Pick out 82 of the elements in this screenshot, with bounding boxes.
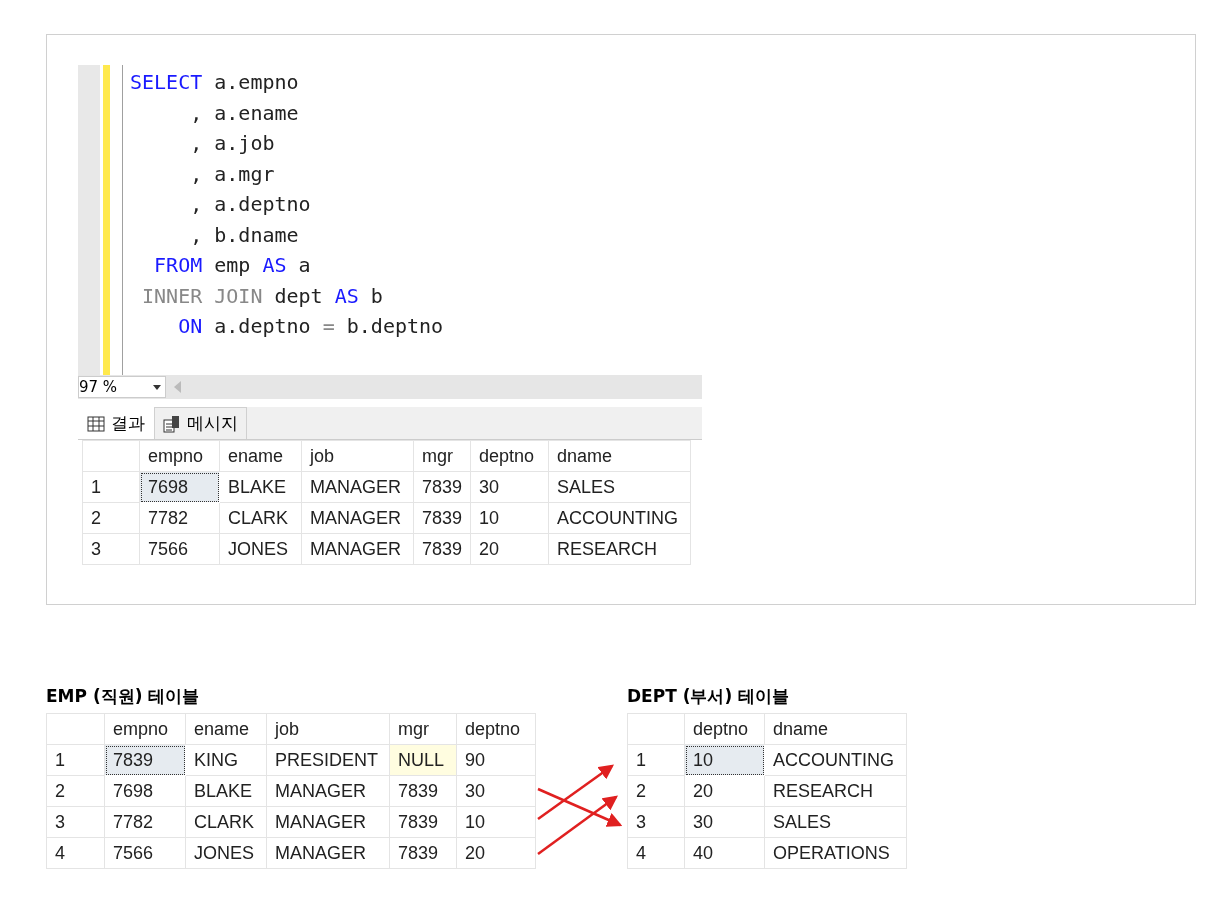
table-cell[interactable]: OPERATIONS <box>764 837 907 869</box>
row-number: 1 <box>627 744 685 776</box>
table-cell[interactable]: NULL <box>389 744 457 776</box>
table-cell[interactable]: 30 <box>684 806 765 838</box>
table-cell[interactable]: JONES <box>185 837 267 869</box>
table-cell[interactable]: RESEARCH <box>548 533 691 565</box>
row-number: 1 <box>82 471 140 503</box>
table-cell[interactable]: 90 <box>456 744 536 776</box>
table-cell[interactable]: MANAGER <box>301 502 414 534</box>
row-number: 3 <box>46 806 105 838</box>
table-cell[interactable]: MANAGER <box>301 471 414 503</box>
column-header[interactable]: ename <box>219 440 302 472</box>
table-cell[interactable]: ACCOUNTING <box>548 502 691 534</box>
table-cell[interactable]: SALES <box>548 471 691 503</box>
table-cell[interactable]: PRESIDENT <box>266 744 390 776</box>
table-cell[interactable]: KING <box>185 744 267 776</box>
row-number: 1 <box>46 744 105 776</box>
table-cell[interactable]: 7566 <box>104 837 186 869</box>
table-cell[interactable]: MANAGER <box>266 837 390 869</box>
table-cell[interactable]: 20 <box>470 533 549 565</box>
table-cell[interactable]: MANAGER <box>301 533 414 565</box>
column-header[interactable]: empno <box>104 713 186 745</box>
row-number: 3 <box>627 806 685 838</box>
column-header[interactable]: mgr <box>389 713 457 745</box>
row-number: 4 <box>627 837 685 869</box>
table-cell[interactable]: 10 <box>684 744 765 776</box>
table-cell[interactable]: RESEARCH <box>764 775 907 807</box>
table-cell[interactable]: 7839 <box>413 471 471 503</box>
corner-cell <box>627 713 685 745</box>
table-cell[interactable]: ACCOUNTING <box>764 744 907 776</box>
grid-icon <box>87 415 105 432</box>
column-header[interactable]: deptno <box>684 713 765 745</box>
table-cell[interactable]: 7698 <box>104 775 186 807</box>
table-cell[interactable]: 7698 <box>139 471 220 503</box>
column-header[interactable]: ename <box>185 713 267 745</box>
row-number: 2 <box>627 775 685 807</box>
row-number: 2 <box>82 502 140 534</box>
column-header[interactable]: dname <box>548 440 691 472</box>
row-number: 4 <box>46 837 105 869</box>
table-cell[interactable]: 7782 <box>139 502 220 534</box>
column-header[interactable]: dname <box>764 713 907 745</box>
table-cell[interactable]: 20 <box>456 837 536 869</box>
table-cell[interactable]: SALES <box>764 806 907 838</box>
table-cell[interactable]: MANAGER <box>266 775 390 807</box>
column-header[interactable]: mgr <box>413 440 471 472</box>
column-header[interactable]: deptno <box>470 440 549 472</box>
row-number: 3 <box>82 533 140 565</box>
scroll-left-icon[interactable] <box>174 381 182 393</box>
table-cell[interactable]: 30 <box>456 775 536 807</box>
column-header[interactable]: empno <box>139 440 220 472</box>
table-cell[interactable]: BLAKE <box>185 775 267 807</box>
table-cell[interactable]: 7839 <box>389 806 457 838</box>
caret-icon <box>153 384 161 390</box>
corner-cell <box>46 713 105 745</box>
result-tab[interactable]: 결과 <box>78 407 154 439</box>
table-cell[interactable]: 10 <box>470 502 549 534</box>
table-cell[interactable]: 7782 <box>104 806 186 838</box>
column-header[interactable]: deptno <box>456 713 536 745</box>
table-title: DEPT (부서) 테이블 <box>627 685 791 705</box>
table-cell[interactable]: 7839 <box>413 533 471 565</box>
table-cell[interactable]: 40 <box>684 837 765 869</box>
document-icon <box>163 414 181 433</box>
table-cell[interactable]: MANAGER <box>266 806 390 838</box>
table-cell[interactable]: 7839 <box>389 775 457 807</box>
sql-code[interactable]: SELECT a.empno , a.ename , a.job , a.mgr , a.deptno , b.dname FROM emp AS a INNER JOIN dept AS b ON a.deptno = b.deptno <box>123 65 444 375</box>
table-cell[interactable]: 7566 <box>139 533 220 565</box>
column-header[interactable]: job <box>301 440 414 472</box>
table-cell[interactable]: 30 <box>470 471 549 503</box>
table-cell[interactable]: 10 <box>456 806 536 838</box>
table-cell[interactable]: CLARK <box>219 502 302 534</box>
table-cell[interactable]: BLAKE <box>219 471 302 503</box>
zoom-dropdown[interactable]: 97 % <box>78 376 166 398</box>
table-cell[interactable]: CLARK <box>185 806 267 838</box>
table-cell[interactable]: 7839 <box>389 837 457 869</box>
table-cell[interactable]: 7839 <box>104 744 186 776</box>
table-title: EMP (직원) 테이블 <box>46 685 201 705</box>
row-number: 2 <box>46 775 105 807</box>
column-header[interactable]: job <box>266 713 390 745</box>
table-cell[interactable]: 20 <box>684 775 765 807</box>
table-cell[interactable]: 7839 <box>413 502 471 534</box>
table-cell[interactable]: JONES <box>219 533 302 565</box>
result-tab[interactable]: 메시지 <box>154 407 247 439</box>
